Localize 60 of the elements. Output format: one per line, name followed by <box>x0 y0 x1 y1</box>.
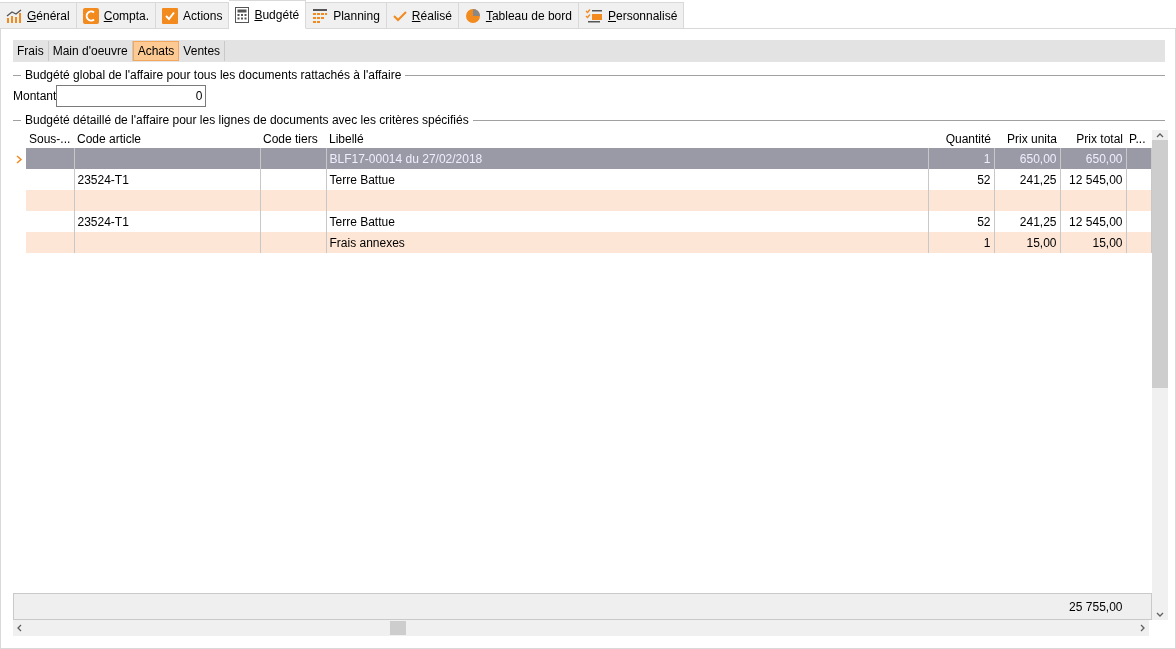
column-header[interactable]: Prix unita <box>994 130 1060 148</box>
table-cell: Terre Battue <box>329 214 395 229</box>
c-letter-icon <box>82 7 99 24</box>
scroll-right-icon[interactable] <box>1140 624 1145 632</box>
sub-tab[interactable]: Main d'oeuvre <box>48 41 133 61</box>
horizontal-scrollbar[interactable] <box>13 620 1149 636</box>
scrollbar-thumb[interactable] <box>390 621 406 635</box>
column-header[interactable]: Sous-... <box>26 130 74 148</box>
column-header[interactable]: P... <box>1126 130 1151 148</box>
column-header[interactable]: Code article <box>74 130 260 148</box>
group-title: Budgété détaillé de l'affaire pour les lignes de documents avec les critères spécifiés <box>25 112 469 129</box>
table-cell: 241,25 <box>1019 172 1057 187</box>
column-header[interactable]: Libellé <box>326 130 928 148</box>
tab[interactable]: Budgété <box>229 0 307 29</box>
checkbox-icon <box>162 7 179 24</box>
checkmark-icon <box>392 9 407 22</box>
sub-tab[interactable]: Frais <box>13 41 49 61</box>
row-pointer-icon <box>16 154 23 164</box>
table-cell: 12 545,00 <box>1069 172 1123 187</box>
tab[interactable]: Tableau de bord <box>458 2 579 29</box>
checklist-icon <box>584 7 603 24</box>
table-cell: 15,00 <box>1092 235 1123 250</box>
table-cell: Frais annexes <box>329 235 405 250</box>
field-label: Montant <box>13 88 57 105</box>
table-cell: 52 <box>977 214 991 229</box>
group-title: Budgété global de l'affaire pour tous les documents rattachés à l'affaire <box>25 67 402 84</box>
table-cell: 650,00 <box>1085 151 1123 166</box>
scroll-left-icon[interactable] <box>17 624 22 632</box>
scrollbar-thumb[interactable] <box>1151 140 1168 388</box>
table-cell: 241,25 <box>1019 214 1057 229</box>
scroll-down-icon[interactable] <box>1155 612 1164 617</box>
table-cell: 12 545,00 <box>1069 214 1123 229</box>
tab[interactable]: Planning <box>306 2 387 29</box>
table-cell: 23524-T1 <box>77 172 129 187</box>
calculator-icon <box>235 6 250 23</box>
table-cell: BLF17-00014 du 27/02/2018 <box>329 151 483 166</box>
table-cell: 650,00 <box>1019 151 1057 166</box>
scroll-up-icon[interactable] <box>1155 133 1164 138</box>
table-cell: Terre Battue <box>329 172 395 187</box>
tab[interactable]: Réalisé <box>386 2 459 29</box>
column-header[interactable]: Quantité <box>928 130 994 148</box>
sub-tab[interactable]: Ventes <box>179 41 226 61</box>
tab[interactable]: Général <box>0 2 77 29</box>
calendar-icon <box>312 7 329 24</box>
table-cell: 23524-T1 <box>77 214 129 229</box>
sub-tab[interactable]: Achats <box>132 41 180 61</box>
tab[interactable]: Actions <box>156 2 230 29</box>
table-cell: 1 <box>983 235 991 250</box>
total-text: 25 755,00 <box>1069 598 1123 616</box>
amount-field[interactable]: 0 <box>56 85 207 107</box>
table-cell: 15,00 <box>1026 235 1057 250</box>
tab[interactable]: Personnalisé <box>578 2 685 29</box>
column-header[interactable]: Code tiers <box>260 130 326 148</box>
table-cell: 1 <box>983 151 991 166</box>
chart-icon <box>6 8 22 23</box>
tab[interactable]: Compta. <box>76 2 157 29</box>
pie-chart-icon <box>464 7 481 24</box>
vertical-scrollbar[interactable] <box>1151 130 1168 620</box>
column-header[interactable]: Prix total <box>1060 130 1126 148</box>
table-cell: 52 <box>977 172 991 187</box>
